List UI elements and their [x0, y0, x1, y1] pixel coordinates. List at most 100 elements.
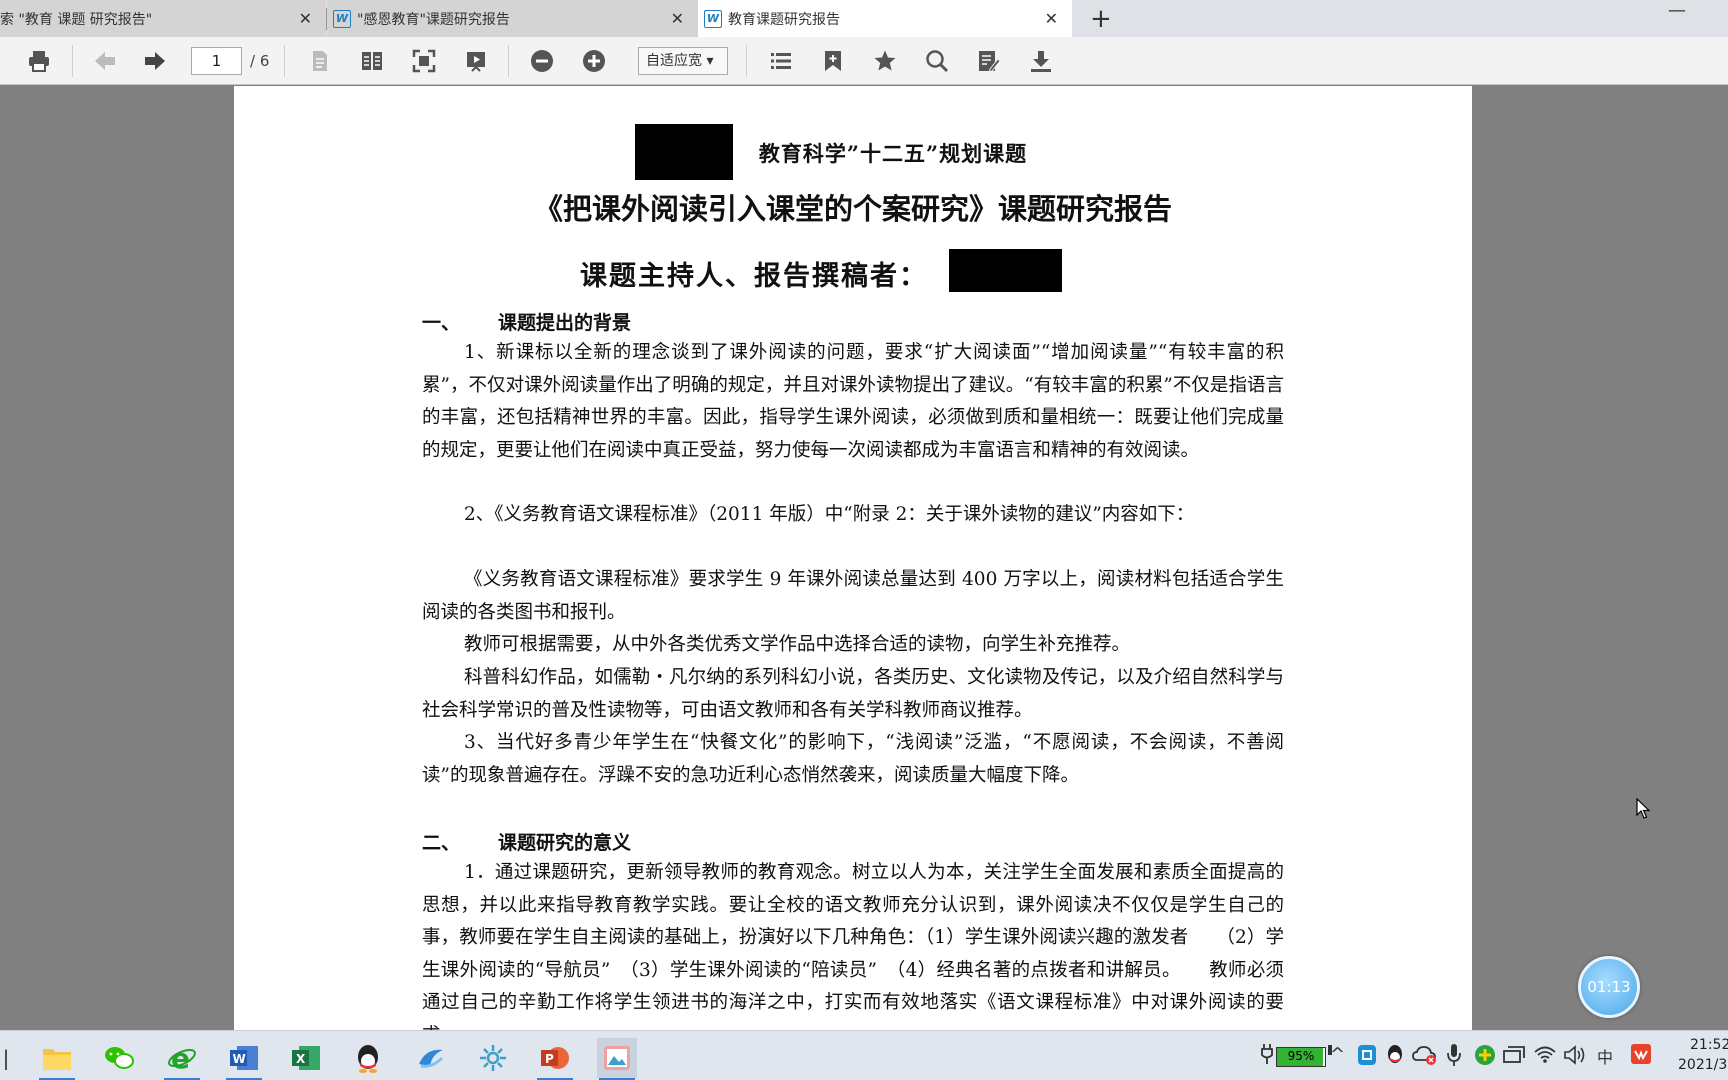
clock-time: 21:52 [1690, 1037, 1728, 1053]
zoom-mode-select[interactable]: 自适应宽 ▾ [638, 47, 728, 75]
close-icon[interactable]: ✕ [1045, 9, 1058, 28]
tab-search[interactable]: 索 "教育 课题 研究报告" ✕ [0, 0, 326, 37]
presentation-button[interactable] [461, 47, 491, 75]
paragraph: 2、《义务教育语文课程标准》（2011 年版）中“附录 2：关于课外读物的建议”… [464, 504, 1195, 525]
next-page-button[interactable] [140, 47, 170, 75]
tab-education-report[interactable]: W 教育课题研究报告 ✕ [698, 0, 1072, 37]
minimize-button[interactable]: — [1668, 0, 1686, 21]
tab-label: "感恩教育"课题研究报告 [357, 11, 510, 28]
browser-tab-bar: 索 "教育 课题 研究报告" ✕ W "感恩教育"课题研究报告 ✕ W 教育课题… [0, 0, 1728, 37]
outline-button[interactable] [766, 47, 796, 75]
qq-button[interactable] [348, 1038, 388, 1078]
word-doc-icon: W [333, 9, 351, 28]
wechat-button[interactable] [99, 1038, 139, 1078]
security-app-icon[interactable] [1357, 1044, 1377, 1070]
pdf-viewer-button[interactable] [597, 1038, 637, 1080]
device-icon[interactable] [1503, 1046, 1525, 1068]
presentation-icon [467, 52, 485, 72]
qq-tray-icon[interactable] [1386, 1044, 1404, 1070]
section-title: 课题提出的背景 [498, 312, 632, 334]
toolbar-divider [746, 45, 747, 77]
favorite-button[interactable] [870, 47, 900, 75]
download-icon [1031, 51, 1051, 72]
close-icon[interactable]: ✕ [671, 9, 684, 28]
cloud-sync-error-icon[interactable] [1412, 1044, 1438, 1070]
arrow-right-icon [145, 52, 165, 70]
section-heading: 二、 课题研究的意义 [422, 828, 631, 855]
system-clock[interactable]: 21:52 2021/3 [1678, 1035, 1728, 1075]
folder-icon [43, 1049, 71, 1070]
security-shield-icon[interactable] [1474, 1044, 1496, 1070]
download-button[interactable] [1026, 47, 1056, 75]
input-method-indicator[interactable]: 中 [1597, 1044, 1613, 1068]
chevron-up-icon[interactable]: ^ [1330, 1044, 1345, 1065]
wifi-icon[interactable] [1534, 1044, 1556, 1068]
word-doc-icon: W [704, 9, 722, 28]
svg-text:W: W [233, 1052, 246, 1066]
word-icon: W [230, 1046, 258, 1070]
tab-gratitude-report[interactable]: W "感恩教育"课题研究报告 ✕ [327, 0, 698, 37]
start-button[interactable]: | [0, 1038, 26, 1078]
pdf-toolbar: 1 / 6 自适应宽 ▾ [0, 37, 1728, 85]
star-icon [874, 50, 896, 71]
document-page: 教育科学”十二五”规划课题 《把课外阅读引入课堂的个案研究》课题研究报告 课题主… [234, 86, 1472, 1030]
powerpoint-icon: P [541, 1047, 569, 1069]
new-tab-button[interactable]: + [1090, 4, 1112, 34]
excel-button[interactable]: X [286, 1038, 326, 1078]
page-number-input[interactable]: 1 [191, 47, 242, 75]
close-icon[interactable]: ✕ [299, 9, 312, 28]
paragraph: 科普科幻作品，如儒勒・凡尔纳的系列科幻小说，各类历史、文化读物及传记，以及介绍自… [422, 667, 1284, 721]
wechat-icon [105, 1047, 134, 1069]
excel-icon: X [292, 1046, 320, 1070]
wps-icon[interactable] [1630, 1043, 1652, 1069]
document-subtitle: 教育科学”十二五”规划课题 [758, 141, 1028, 166]
plus-circle-icon [583, 50, 605, 72]
single-page-view-button[interactable] [305, 47, 335, 75]
battery-percent: 95% [1287, 1049, 1315, 1063]
mouse-cursor-icon [1636, 798, 1650, 819]
single-page-icon [313, 51, 327, 71]
volume-icon[interactable] [1563, 1044, 1587, 1070]
paragraph: 3、当代好多青少年学生在“快餐文化”的影响下，“浅阅读”泛滥，“不愿阅读，不会阅… [422, 732, 1284, 786]
toolbar-divider [72, 45, 73, 77]
add-bookmark-button[interactable] [818, 47, 848, 75]
paragraph: 教师可根据需要，从中外各类优秀文学作品中选择合适的读物，向学生补充推荐。 [464, 634, 1131, 655]
ie-browser-button[interactable]: e [162, 1038, 202, 1080]
tab-label: 索 "教育 课题 研究报告" [0, 11, 153, 28]
bookmark-add-icon [825, 51, 841, 71]
powerpoint-button[interactable]: P [535, 1038, 575, 1080]
search-icon [926, 50, 949, 73]
ie-icon: e [168, 1043, 196, 1073]
search-button[interactable] [922, 47, 952, 75]
minus-circle-icon [531, 50, 553, 72]
start-icon: | [2, 1046, 10, 1070]
two-page-view-button[interactable] [357, 47, 387, 75]
image-viewer-icon [604, 1046, 630, 1070]
feishu-button[interactable] [411, 1038, 451, 1078]
clock-date: 2021/3 [1678, 1057, 1728, 1073]
zoom-in-button[interactable] [579, 47, 609, 75]
section-number: 二、 [422, 832, 461, 854]
paragraph: 1．通过课题研究，更新领导教师的教育观念。树立以人为本，关注学生全面发展和素质全… [422, 862, 1284, 1030]
toolbar-divider [508, 45, 509, 77]
qq-penguin-icon [358, 1045, 378, 1073]
svg-text:e: e [171, 1043, 190, 1073]
fit-page-button[interactable] [409, 47, 439, 75]
network-app-button[interactable] [473, 1038, 513, 1078]
microphone-icon[interactable] [1447, 1043, 1461, 1071]
word-button[interactable]: W [224, 1038, 264, 1080]
floating-timer[interactable]: 01:13 [1578, 956, 1640, 1018]
file-explorer-button[interactable] [37, 1038, 77, 1080]
paragraph: 《义务教育语文课程标准》要求学生 9 年课外阅读总量达到 400 万字以上，阅读… [422, 569, 1284, 623]
battery-indicator[interactable]: 95% [1276, 1047, 1326, 1067]
section-heading: 一、 课题提出的背景 [422, 308, 631, 335]
previous-page-button[interactable] [90, 47, 120, 75]
section-number: 一、 [422, 312, 461, 334]
zoom-out-button[interactable] [527, 47, 557, 75]
redaction-block [949, 249, 1062, 292]
svg-text:X: X [296, 1052, 306, 1066]
print-button[interactable] [24, 47, 54, 75]
tab-label: 教育课题研究报告 [728, 11, 840, 28]
edit-note-icon [979, 51, 1001, 73]
annotate-button[interactable] [974, 47, 1004, 75]
